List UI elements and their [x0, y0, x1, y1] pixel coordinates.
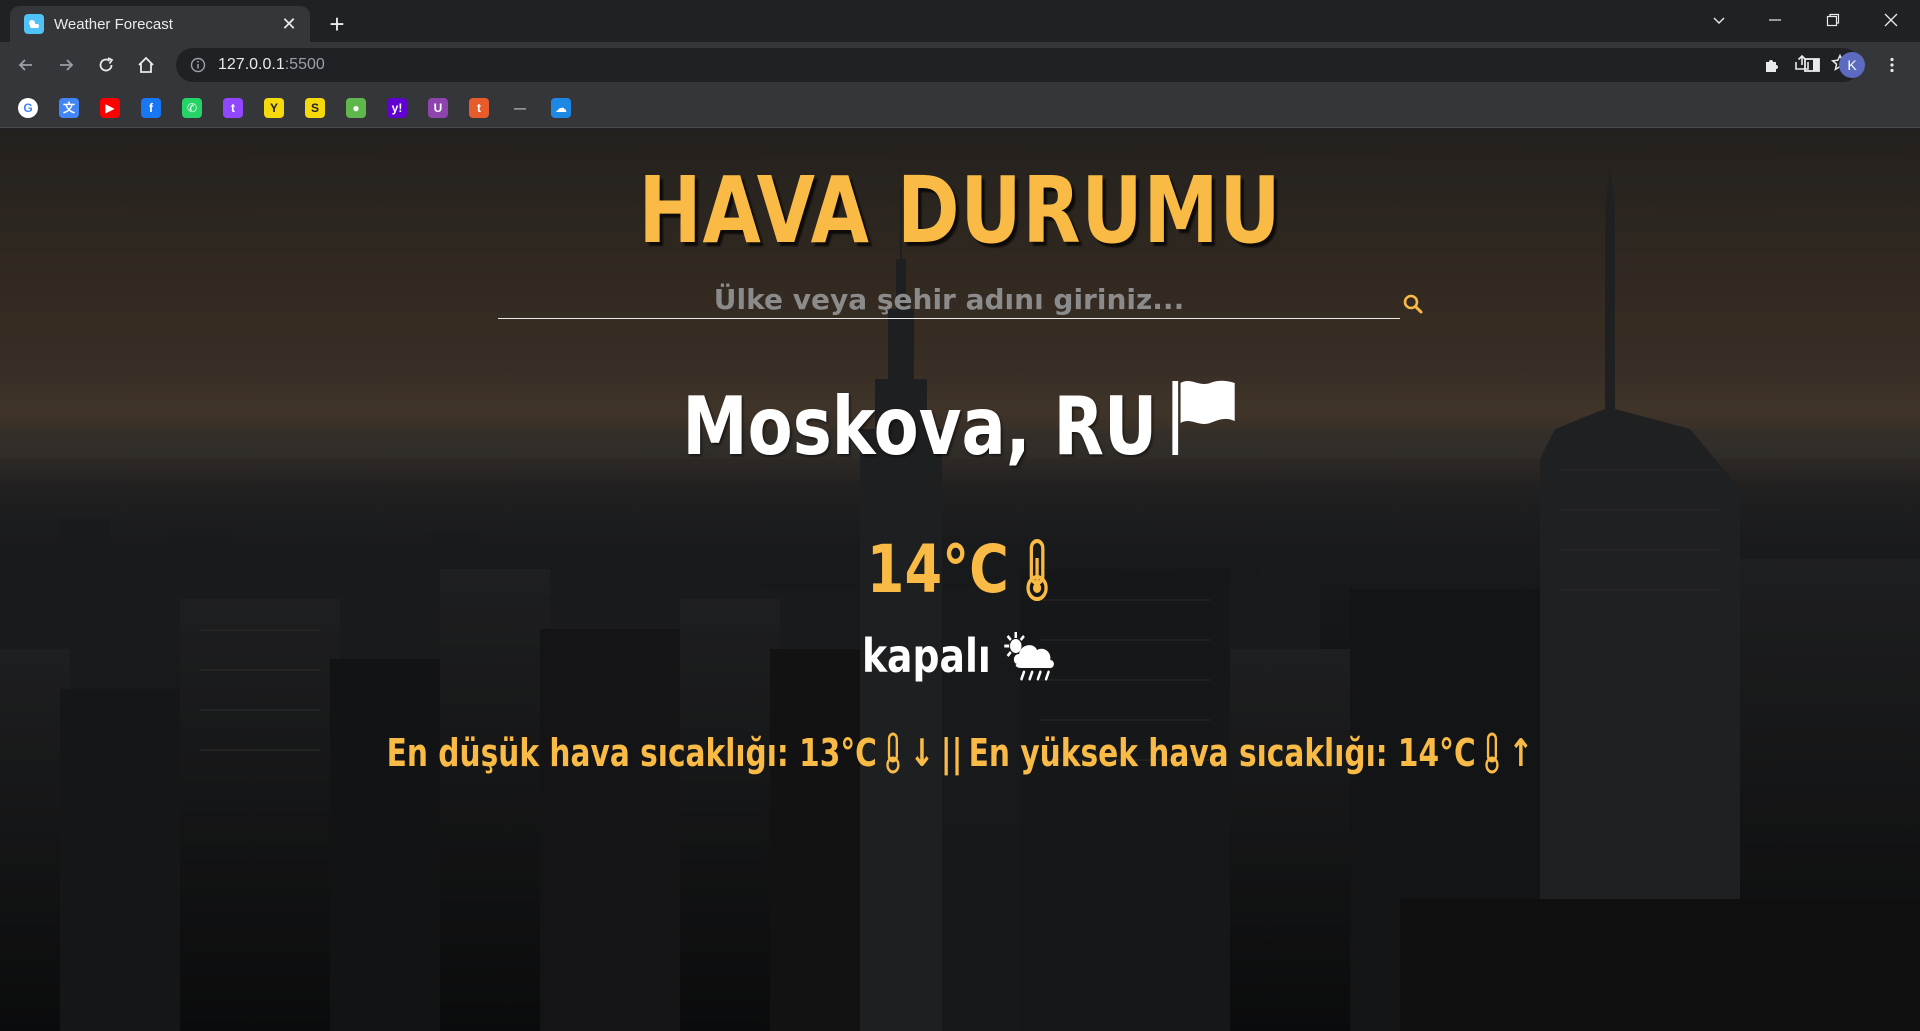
tab-strip: Weather Forecast ✕ +	[0, 0, 1920, 42]
city-name: Moskova, RU	[682, 380, 1158, 473]
bookmark-facebook-icon[interactable]: f	[141, 97, 161, 118]
extensions-icon[interactable]	[1756, 49, 1788, 81]
thermometer-high-icon	[1485, 732, 1499, 774]
bookmark-cloud-app-icon[interactable]: ☁	[551, 97, 571, 118]
down-arrow-icon: ↓	[909, 731, 935, 775]
bookmark-google-icon[interactable]: G	[18, 97, 38, 118]
url-port: :5500	[284, 56, 325, 73]
max-temperature-label: En yüksek hava sıcaklığı: 14°C	[968, 731, 1476, 775]
bookmark-translate-icon[interactable]: 文	[59, 97, 79, 118]
profile-avatar[interactable]: K	[1839, 52, 1865, 78]
back-icon[interactable]	[10, 49, 42, 81]
bookmarks-bar: G 文 ▶ f ✆ t Y S ● y! Ut — ☁	[0, 88, 1920, 128]
min-temperature-label: En düşük hava sıcaklığı: 13°C	[386, 731, 877, 775]
bookmark-dash-icon[interactable]: —	[510, 97, 530, 118]
address-bar[interactable]: 127.0.0.1:5500	[176, 48, 1860, 82]
bookmark-twitch-icon[interactable]: t	[223, 97, 243, 118]
separator: ||	[940, 731, 963, 775]
close-window-button[interactable]	[1866, 0, 1916, 40]
forward-icon[interactable]	[50, 49, 82, 81]
home-icon[interactable]	[130, 49, 162, 81]
temperature-value: 14°C	[866, 531, 1009, 608]
url-host: 127.0.0.1	[218, 56, 285, 73]
browser-toolbar: 127.0.0.1:5500 K	[0, 42, 1920, 88]
bookmark-youtube-icon[interactable]: ▶	[100, 97, 120, 118]
weather-favicon-icon	[24, 14, 44, 34]
tab-search-icon[interactable]	[1694, 0, 1744, 40]
restore-button[interactable]	[1808, 0, 1858, 40]
site-info-icon[interactable]	[190, 57, 206, 73]
thermometer-icon	[1026, 538, 1048, 601]
temperature-display: 14°C	[173, 531, 1747, 608]
city-heading: Moskova, RU	[173, 377, 1747, 476]
sun-cloud-rain-icon	[1003, 632, 1054, 681]
bookmark-orange-app-icon[interactable]: t	[469, 97, 489, 118]
thermometer-low-icon	[886, 732, 900, 774]
description-text: kapalı	[861, 629, 991, 683]
up-arrow-icon: ↑	[1508, 731, 1534, 775]
page-title: HAVA DURUMU	[638, 157, 1282, 264]
search-bar	[498, 281, 1423, 321]
minimize-button[interactable]	[1750, 0, 1800, 40]
bookmark-drop-icon[interactable]: ●	[346, 97, 366, 118]
min-max-temperature: En düşük hava sıcaklığı: 13°C ↓ || En yü…	[211, 731, 1709, 775]
new-tab-button[interactable]: +	[322, 9, 352, 39]
weather-description: kapalı	[173, 629, 1747, 683]
bookmark-purple-app-icon[interactable]: U	[428, 97, 448, 118]
bookmark-whatsapp-icon[interactable]: ✆	[182, 97, 202, 118]
browser-tab[interactable]: Weather Forecast ✕	[10, 6, 310, 42]
reload-icon[interactable]	[90, 49, 122, 81]
side-panel-icon[interactable]	[1796, 49, 1828, 81]
bookmark-yahoo-icon[interactable]: y!	[387, 97, 407, 118]
search-icon[interactable]	[1400, 291, 1426, 317]
tab-title: Weather Forecast	[54, 15, 173, 33]
bookmark-yellow-app-icon[interactable]: Y	[264, 97, 284, 118]
bookmark-s-app-icon[interactable]: S	[305, 97, 325, 118]
tab-close-icon[interactable]: ✕	[278, 13, 300, 35]
flag-icon	[1169, 377, 1238, 476]
menu-icon[interactable]	[1876, 49, 1908, 81]
city-search-input[interactable]	[498, 281, 1400, 319]
weather-page: HAVA DURUMU Moskova, RU 14°C kapalı En d…	[0, 129, 1920, 1031]
